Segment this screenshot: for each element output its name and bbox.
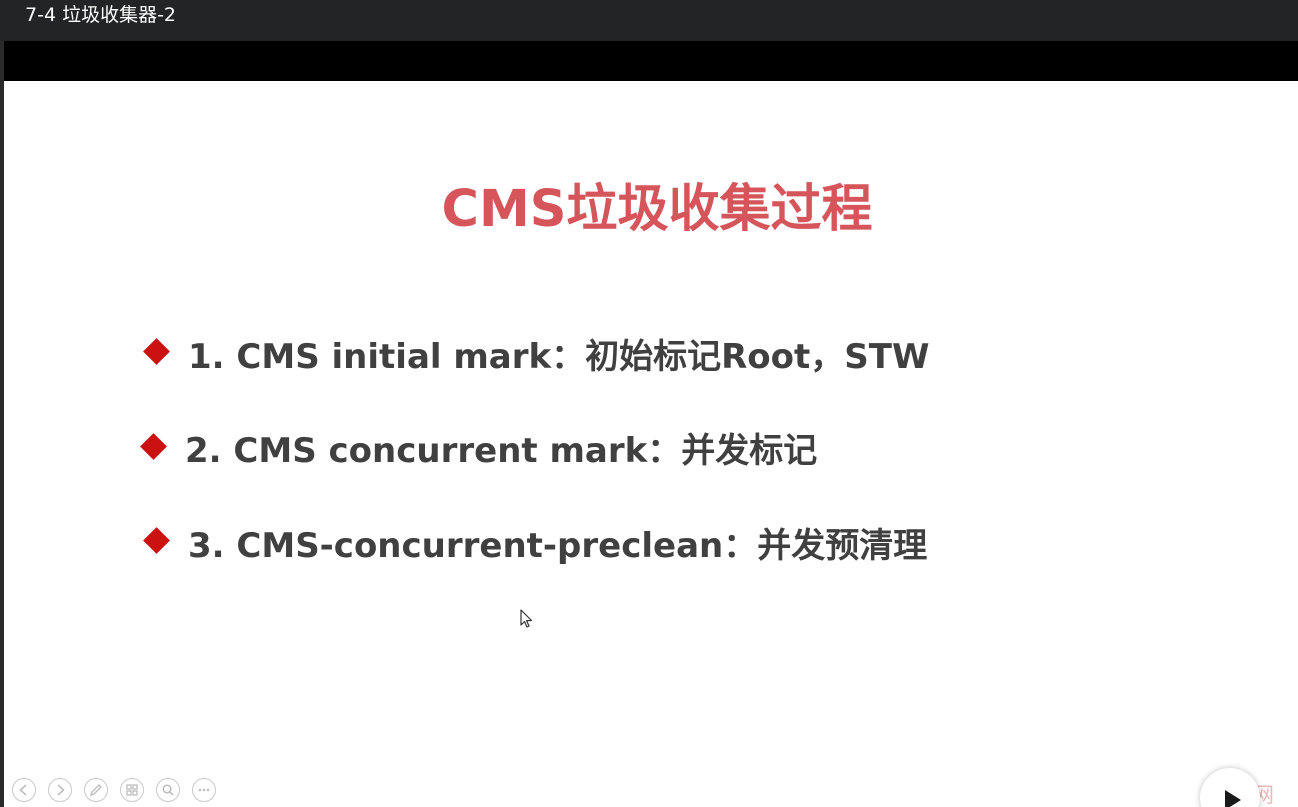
bullet-text-2: 2. CMS concurrent mark：并发标记 xyxy=(185,431,818,471)
diamond-bullet-icon xyxy=(143,338,170,365)
next-slide-icon[interactable] xyxy=(48,778,72,802)
bullet-text-1: 1. CMS initial mark：初始标记Root，STW xyxy=(188,337,930,377)
pen-icon[interactable] xyxy=(84,778,108,802)
presentation-slide: CMS垃圾收集过程 1. CMS initial mark：初始标记Root，S… xyxy=(4,81,1298,807)
mouse-cursor-icon xyxy=(520,609,533,628)
window-titlebar: 7-4 垃圾收集器-2 xyxy=(0,0,1298,41)
zoom-icon[interactable] xyxy=(156,778,180,802)
slide-sorter-icon[interactable] xyxy=(120,778,144,802)
diamond-bullet-icon xyxy=(143,527,170,554)
bullet-text-3: 3. CMS-concurrent-preclean：并发预清理 xyxy=(188,526,928,566)
diamond-bullet-icon xyxy=(140,433,167,460)
play-button[interactable] xyxy=(1200,768,1260,807)
more-options-icon[interactable] xyxy=(192,778,216,802)
previous-slide-icon[interactable] xyxy=(12,778,36,802)
slide-title: CMS垃圾收集过程 xyxy=(441,180,873,239)
window-title: 7-4 垃圾收集器-2 xyxy=(25,4,177,26)
letterbox-band xyxy=(4,41,1298,81)
